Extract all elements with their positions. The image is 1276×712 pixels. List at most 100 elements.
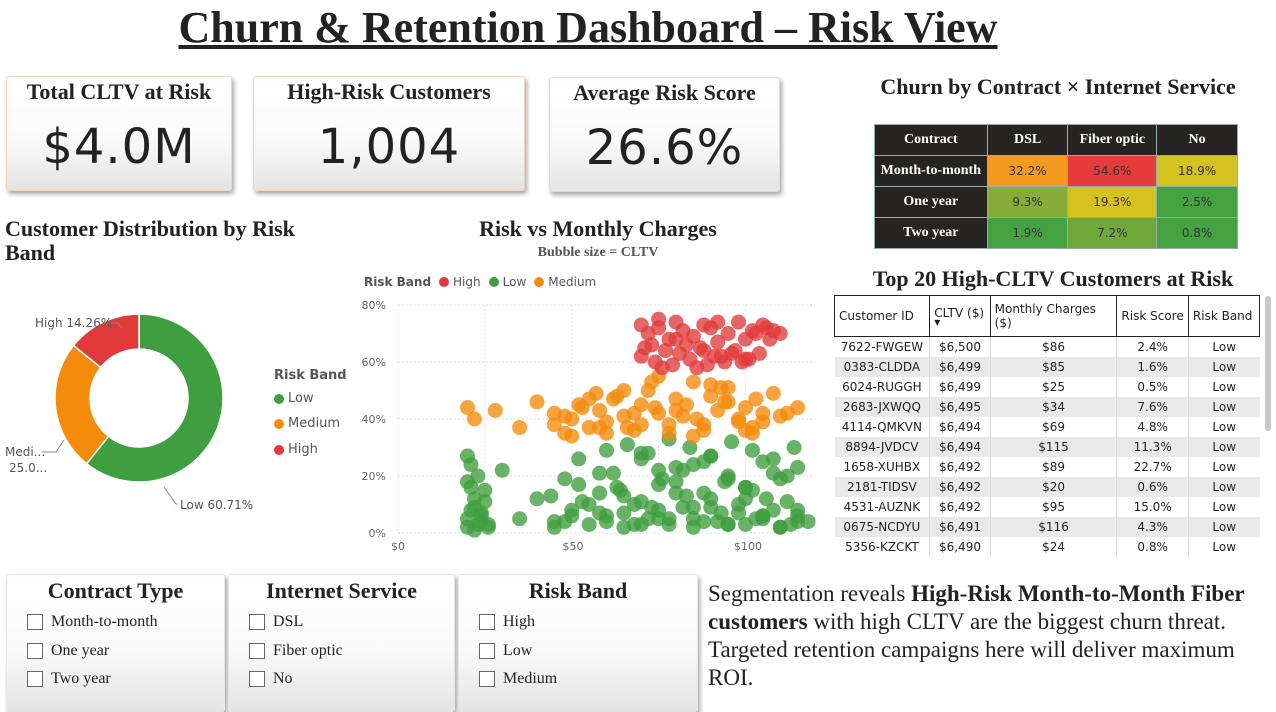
scatter-point-medium[interactable]	[466, 411, 482, 427]
slicer-option[interactable]: High	[479, 613, 535, 631]
scatter-point-low[interactable]	[581, 516, 597, 532]
scatter-point-medium[interactable]	[609, 388, 625, 404]
kpi-card-avg-risk[interactable]: Average Risk Score 26.6%	[549, 77, 780, 192]
scatter-point-low[interactable]	[612, 482, 628, 498]
matrix-cell[interactable]: 32.2%	[986, 155, 1069, 187]
table-row[interactable]: 4114-QMKVN $6,494 $69 4.8% Low	[835, 417, 1260, 437]
donut-legend-item[interactable]: Low	[274, 391, 314, 406]
scatter-point-low[interactable]	[529, 491, 545, 507]
scatter-point-medium[interactable]	[713, 380, 729, 396]
table-row[interactable]: 0383-CLDDA $6,499 $85 1.6% Low	[834, 357, 1260, 377]
scatter-point-medium[interactable]	[661, 425, 677, 441]
scatter-point-high[interactable]	[699, 357, 715, 373]
scatter-point-low[interactable]	[633, 494, 649, 510]
slicer-option[interactable]: No	[249, 670, 293, 688]
checkbox[interactable]	[249, 671, 265, 687]
scatter-point-high[interactable]	[762, 331, 778, 347]
checkbox[interactable]	[479, 671, 495, 687]
top-table-container[interactable]: Customer ID CLTV ($) ▼ Monthly Charges ($…	[834, 295, 1260, 557]
scatter-point-medium[interactable]	[644, 374, 660, 390]
scatter-point-low[interactable]	[685, 499, 701, 515]
scatter-point-low[interactable]	[557, 471, 573, 487]
checkbox[interactable]	[249, 643, 265, 659]
scatter-point-low[interactable]	[571, 451, 587, 467]
scatter-point-medium[interactable]	[685, 428, 701, 444]
scatter-point-low[interactable]	[724, 434, 740, 450]
table-row[interactable]: 1658-XUHBX $6,492 $89 22.7% Low	[835, 457, 1260, 477]
scatter-point-low[interactable]	[557, 514, 573, 530]
matrix-cell[interactable]: 54.6%	[1067, 155, 1158, 187]
scatter-point-high[interactable]	[710, 314, 726, 330]
table-row[interactable]: 2181-TIDSV $6,492 $20 0.6% Low	[834, 477, 1260, 497]
scatter-point-low[interactable]	[574, 494, 590, 510]
scatter-point-low[interactable]	[675, 462, 691, 478]
scatter-point-medium[interactable]	[512, 420, 528, 436]
scatter-point-medium[interactable]	[744, 425, 760, 441]
scatter-point-low[interactable]	[599, 442, 614, 458]
slicer-option[interactable]: Fiber optic	[249, 642, 343, 660]
scatter-point-high[interactable]	[637, 340, 653, 356]
scatter-point-low[interactable]	[592, 465, 608, 481]
checkbox[interactable]	[479, 614, 495, 630]
matrix-cell[interactable]: 7.2%	[1067, 217, 1158, 249]
scatter-point-low[interactable]	[640, 445, 656, 461]
donut-legend-item[interactable]: Medium	[274, 416, 340, 431]
scatter-point-high[interactable]	[720, 326, 736, 341]
scatter-point-medium[interactable]	[588, 385, 604, 401]
scatter-point-low[interactable]	[616, 505, 632, 521]
scatter-point-low[interactable]	[460, 448, 475, 464]
scatter-point-low[interactable]	[731, 497, 747, 512]
scatter-point-high[interactable]	[654, 360, 670, 376]
scatter-point-low[interactable]	[720, 516, 736, 532]
scatter-point-low[interactable]	[605, 465, 621, 481]
scatter-point-low[interactable]	[543, 488, 559, 504]
kpi-card-high-risk[interactable]: High-Risk Customers 1,004	[253, 76, 525, 191]
scatter-point-low[interactable]	[480, 516, 496, 532]
scatter-point-medium[interactable]	[779, 405, 795, 421]
scatter-point-low[interactable]	[696, 485, 712, 501]
scatter-point-medium[interactable]	[487, 402, 503, 418]
scatter-point-high[interactable]	[724, 345, 740, 361]
matrix-cell[interactable]: 18.9%	[1156, 155, 1238, 187]
scatter-point-high[interactable]	[696, 343, 712, 359]
scatter-point-low[interactable]	[744, 442, 760, 458]
scatter-point-low[interactable]	[738, 479, 753, 495]
scatter-point-medium[interactable]	[731, 411, 747, 427]
scatter-point-medium[interactable]	[678, 397, 694, 413]
scatter-point-medium[interactable]	[564, 428, 580, 444]
donut-legend-item[interactable]: High	[274, 442, 318, 457]
top-table[interactable]: Customer ID CLTV ($) ▼ Monthly Charges ($…	[834, 295, 1260, 557]
scatter-point-low[interactable]	[619, 437, 635, 453]
scatter-point-low[interactable]	[654, 471, 670, 487]
scatter-point-medium[interactable]	[626, 405, 642, 421]
scatter-point-low[interactable]	[790, 514, 806, 530]
scatter-point-low[interactable]	[494, 462, 510, 478]
slicer-option[interactable]: Low	[479, 642, 532, 660]
column-header[interactable]: Risk Band	[1187, 295, 1260, 337]
scatter-point-low[interactable]	[765, 451, 781, 467]
scatter-point-low[interactable]	[717, 474, 733, 490]
scatter-point-medium[interactable]	[529, 394, 545, 410]
scatter-point-low[interactable]	[703, 448, 719, 464]
table-row[interactable]: 4531-AUZNK $6,492 $95 15.0% Low	[835, 497, 1260, 517]
table-row[interactable]: 0675-NCDYU $6,491 $116 4.3% Low	[834, 517, 1260, 537]
scatter-point-medium[interactable]	[717, 394, 733, 410]
column-header[interactable]: Monthly Charges ($)	[989, 295, 1118, 337]
scatter-point-low[interactable]	[626, 516, 642, 532]
scatter-point-high[interactable]	[668, 331, 684, 347]
checkbox[interactable]	[249, 614, 265, 630]
scatter-point-medium[interactable]	[685, 374, 701, 390]
slicer-option[interactable]: Medium	[479, 670, 557, 688]
scatter-chart[interactable]: 80% 60% 40% 20% 0% $0 $50 $100	[360, 292, 830, 557]
scatter-point-low[interactable]	[463, 479, 479, 495]
legend-label[interactable]: Low	[503, 275, 527, 289]
scatter-point-low[interactable]	[571, 477, 587, 493]
column-header[interactable]: Customer ID	[834, 295, 931, 337]
kpi-card-cltv[interactable]: Total CLTV at Risk $4.0M	[6, 76, 232, 191]
matrix-cell[interactable]: 0.8%	[1156, 217, 1238, 249]
scatter-point-high[interactable]	[738, 351, 753, 367]
checkbox[interactable]	[27, 671, 43, 687]
slicer-option[interactable]: Two year	[27, 670, 111, 688]
legend-label[interactable]: Medium	[548, 275, 596, 289]
scatter-point-low[interactable]	[696, 514, 712, 530]
